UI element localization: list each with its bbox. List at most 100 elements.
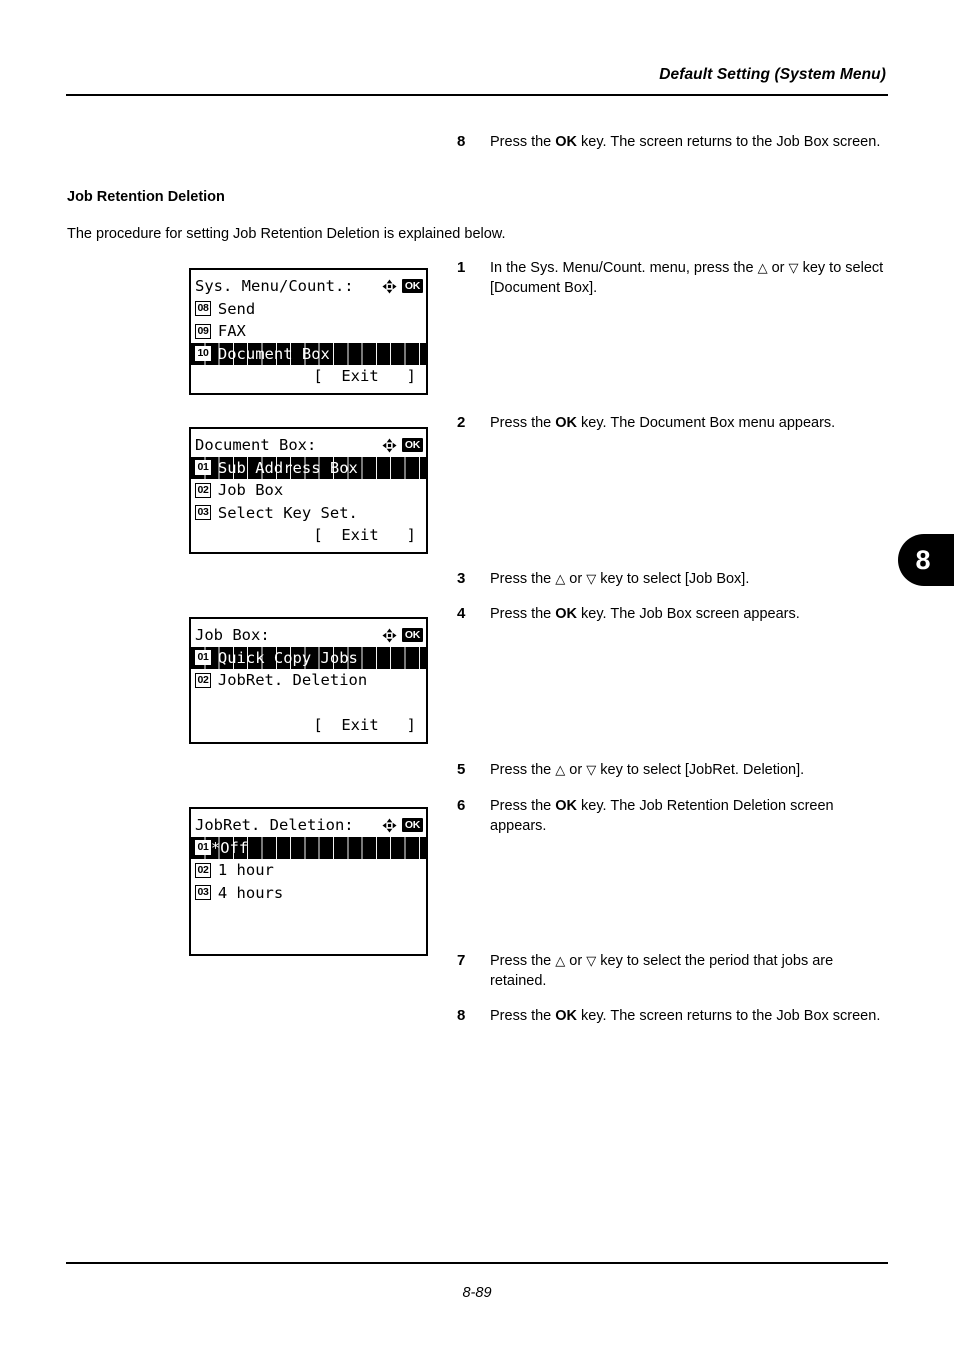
step-text: Press the OK key. The Job Retention Dele… — [490, 797, 889, 836]
step-text: Press the △ or ▽ key to select [Job Box]… — [490, 570, 889, 590]
lcd-item-number-badge: 09 — [195, 323, 211, 339]
step-text-fragment: or — [767, 260, 789, 276]
step-text: Press the OK key. The screen returns to … — [490, 133, 889, 153]
lcd-item-label: Select Key Set. — [217, 503, 358, 522]
lcd-menu-item[interactable]: 02 Job Box — [191, 479, 426, 502]
lcd-title-text: Sys. Menu/Count.: — [195, 277, 354, 295]
lcd-menu-item[interactable]: 02 1 hour — [191, 859, 426, 882]
ok-key-badge-icon: OK — [401, 279, 423, 294]
ok-key-label: OK — [555, 1008, 578, 1024]
step-text-fragment: key to select [Job Box]. — [596, 571, 750, 587]
lcd-item-number-badge: 01 — [195, 460, 211, 476]
header-divider-rule — [66, 94, 888, 96]
four-direction-arrow-cluster-icon — [382, 279, 397, 294]
step-item-top: 8 Press the OK key. The screen returns t… — [457, 133, 889, 153]
lcd-title-text: Document Box: — [195, 436, 317, 454]
step-text-fragment: Press the — [490, 953, 556, 969]
lcd-item-number-badge: 01 — [195, 840, 211, 856]
step-text-pre: Press the — [490, 134, 556, 150]
ok-key-label: OK — [555, 798, 578, 814]
step-text-fragment: Press the — [490, 762, 556, 778]
step-item: 5 Press the △ or ▽ key to select [JobRet.… — [457, 761, 889, 781]
section-heading: Job Retention Deletion — [67, 189, 225, 205]
lcd-item-number-badge: 01 — [195, 650, 211, 666]
lcd-menu-item[interactable]: 10 Document Box — [191, 342, 426, 365]
step-number: 3 — [457, 570, 466, 587]
lcd-item-label: FAX — [217, 322, 246, 340]
step-number: 6 — [457, 797, 466, 814]
step-item: 2 Press the OK key. The Document Box menu… — [457, 414, 889, 434]
step-item: 8 Press the OK key. The screen returns to… — [457, 1007, 889, 1027]
ok-key-badge-icon: OK — [401, 438, 423, 453]
lcd-menu-item[interactable]: 03 4 hours — [191, 882, 426, 905]
step-number: 5 — [457, 761, 466, 778]
lcd-item-label: *Off — [210, 838, 249, 857]
lcd-menu-item[interactable]: 01 *Off — [191, 836, 426, 859]
manual-page: Default Setting (System Menu) 8 8 Press … — [0, 0, 954, 1350]
lcd-exit-softkey[interactable]: [ Exit ] — [191, 365, 426, 388]
down-arrow-key-icon: ▽ — [586, 763, 597, 778]
section-intro-text: The procedure for setting Job Retention … — [67, 226, 506, 242]
step-number: 7 — [457, 952, 466, 969]
up-arrow-key-icon: △ — [757, 261, 768, 276]
lcd-menu-item[interactable]: 02 JobRet. Deletion — [191, 669, 426, 692]
ok-key-badge-icon: OK — [401, 818, 423, 833]
step-text-fragment: Press the — [490, 571, 556, 587]
lcd-menu-item[interactable]: 08 Send — [191, 298, 426, 321]
lcd-item-number-badge: 03 — [195, 885, 211, 901]
step-text-post: key. The screen returns to the Job Box s… — [577, 1008, 881, 1024]
lcd-item-label: Send — [217, 299, 256, 318]
step-text: Press the △ or ▽ key to select the perio… — [490, 952, 889, 991]
step-text-post: key. The Document Box menu appears. — [577, 415, 836, 431]
lcd-title-row: Sys. Menu/Count.: OK — [191, 275, 426, 298]
lcd-item-number-badge: 03 — [195, 505, 211, 521]
ok-key-label: OK — [555, 134, 578, 150]
lcd-title-icons: OK — [382, 434, 423, 457]
step-text-fragment: or — [565, 571, 587, 587]
lcd-menu-item[interactable]: 09 FAX — [191, 320, 426, 343]
lcd-title-icons: OK — [382, 275, 423, 298]
lcd-item-number-badge: 02 — [195, 482, 211, 498]
step-item: 4 Press the OK key. The Job Box screen ap… — [457, 605, 889, 625]
step-number: 4 — [457, 605, 466, 622]
step-number: 2 — [457, 414, 466, 431]
lcd-exit-softkey[interactable]: [ Exit ] — [191, 714, 426, 737]
lcd-exit-softkey[interactable]: [ Exit ] — [191, 524, 426, 547]
lcd-item-label: Job Box — [217, 481, 284, 499]
step-text-fragment: In the Sys. Menu/Count. menu, press the — [490, 260, 758, 276]
lcd-title-icons: OK — [382, 814, 423, 837]
page-number: 8-89 — [462, 1285, 492, 1301]
step-item: 6 Press the OK key. The Job Retention Del… — [457, 797, 889, 836]
four-direction-arrow-cluster-icon — [382, 628, 397, 643]
step-text-fragment: or — [565, 953, 587, 969]
lcd-blank-row — [191, 927, 426, 950]
step-text: Press the OK key. The screen returns to … — [490, 1007, 889, 1027]
lcd-item-number-badge: 02 — [195, 862, 211, 878]
lcd-blank-row — [191, 904, 426, 927]
ok-key-badge-icon: OK — [401, 628, 423, 643]
step-text: In the Sys. Menu/Count. menu, press the … — [490, 259, 889, 298]
lcd-item-label: Quick Copy Jobs — [217, 648, 358, 667]
up-arrow-key-icon: △ — [555, 954, 566, 969]
lcd-item-number-badge: 02 — [195, 672, 211, 688]
step-item: 7 Press the △ or ▽ key to select the peri… — [457, 952, 889, 991]
down-arrow-key-icon: ▽ — [788, 261, 799, 276]
lcd-menu-item[interactable]: 03 Select Key Set. — [191, 502, 426, 525]
lcd-title-row: Document Box: OK — [191, 434, 426, 457]
step-text-post: key. The screen returns to the Job Box s… — [577, 134, 881, 150]
step-number: 8 — [457, 133, 466, 150]
lcd-item-label: 4 hours — [217, 883, 284, 902]
lcd-title-row: Job Box: OK — [191, 624, 426, 647]
ok-key-label: OK — [555, 606, 578, 622]
lcd-screen-job-box: Job Box: OK 01 Quick Copy Jobs 02 JobRet. Del… — [189, 617, 428, 744]
lcd-menu-item[interactable]: 01 Sub Address Box — [191, 456, 426, 479]
up-arrow-key-icon: △ — [555, 763, 566, 778]
step-item: 1 In the Sys. Menu/Count. menu, press the… — [457, 259, 889, 298]
step-text-post: key. The Job Box screen appears. — [577, 606, 800, 622]
lcd-item-label: Document Box — [217, 344, 330, 363]
down-arrow-key-icon: ▽ — [586, 572, 597, 587]
step-text-pre: Press the — [490, 1008, 556, 1024]
lcd-menu-item[interactable]: 01 Quick Copy Jobs — [191, 646, 426, 669]
lcd-title-icons: OK — [382, 624, 423, 647]
up-arrow-key-icon: △ — [555, 572, 566, 587]
